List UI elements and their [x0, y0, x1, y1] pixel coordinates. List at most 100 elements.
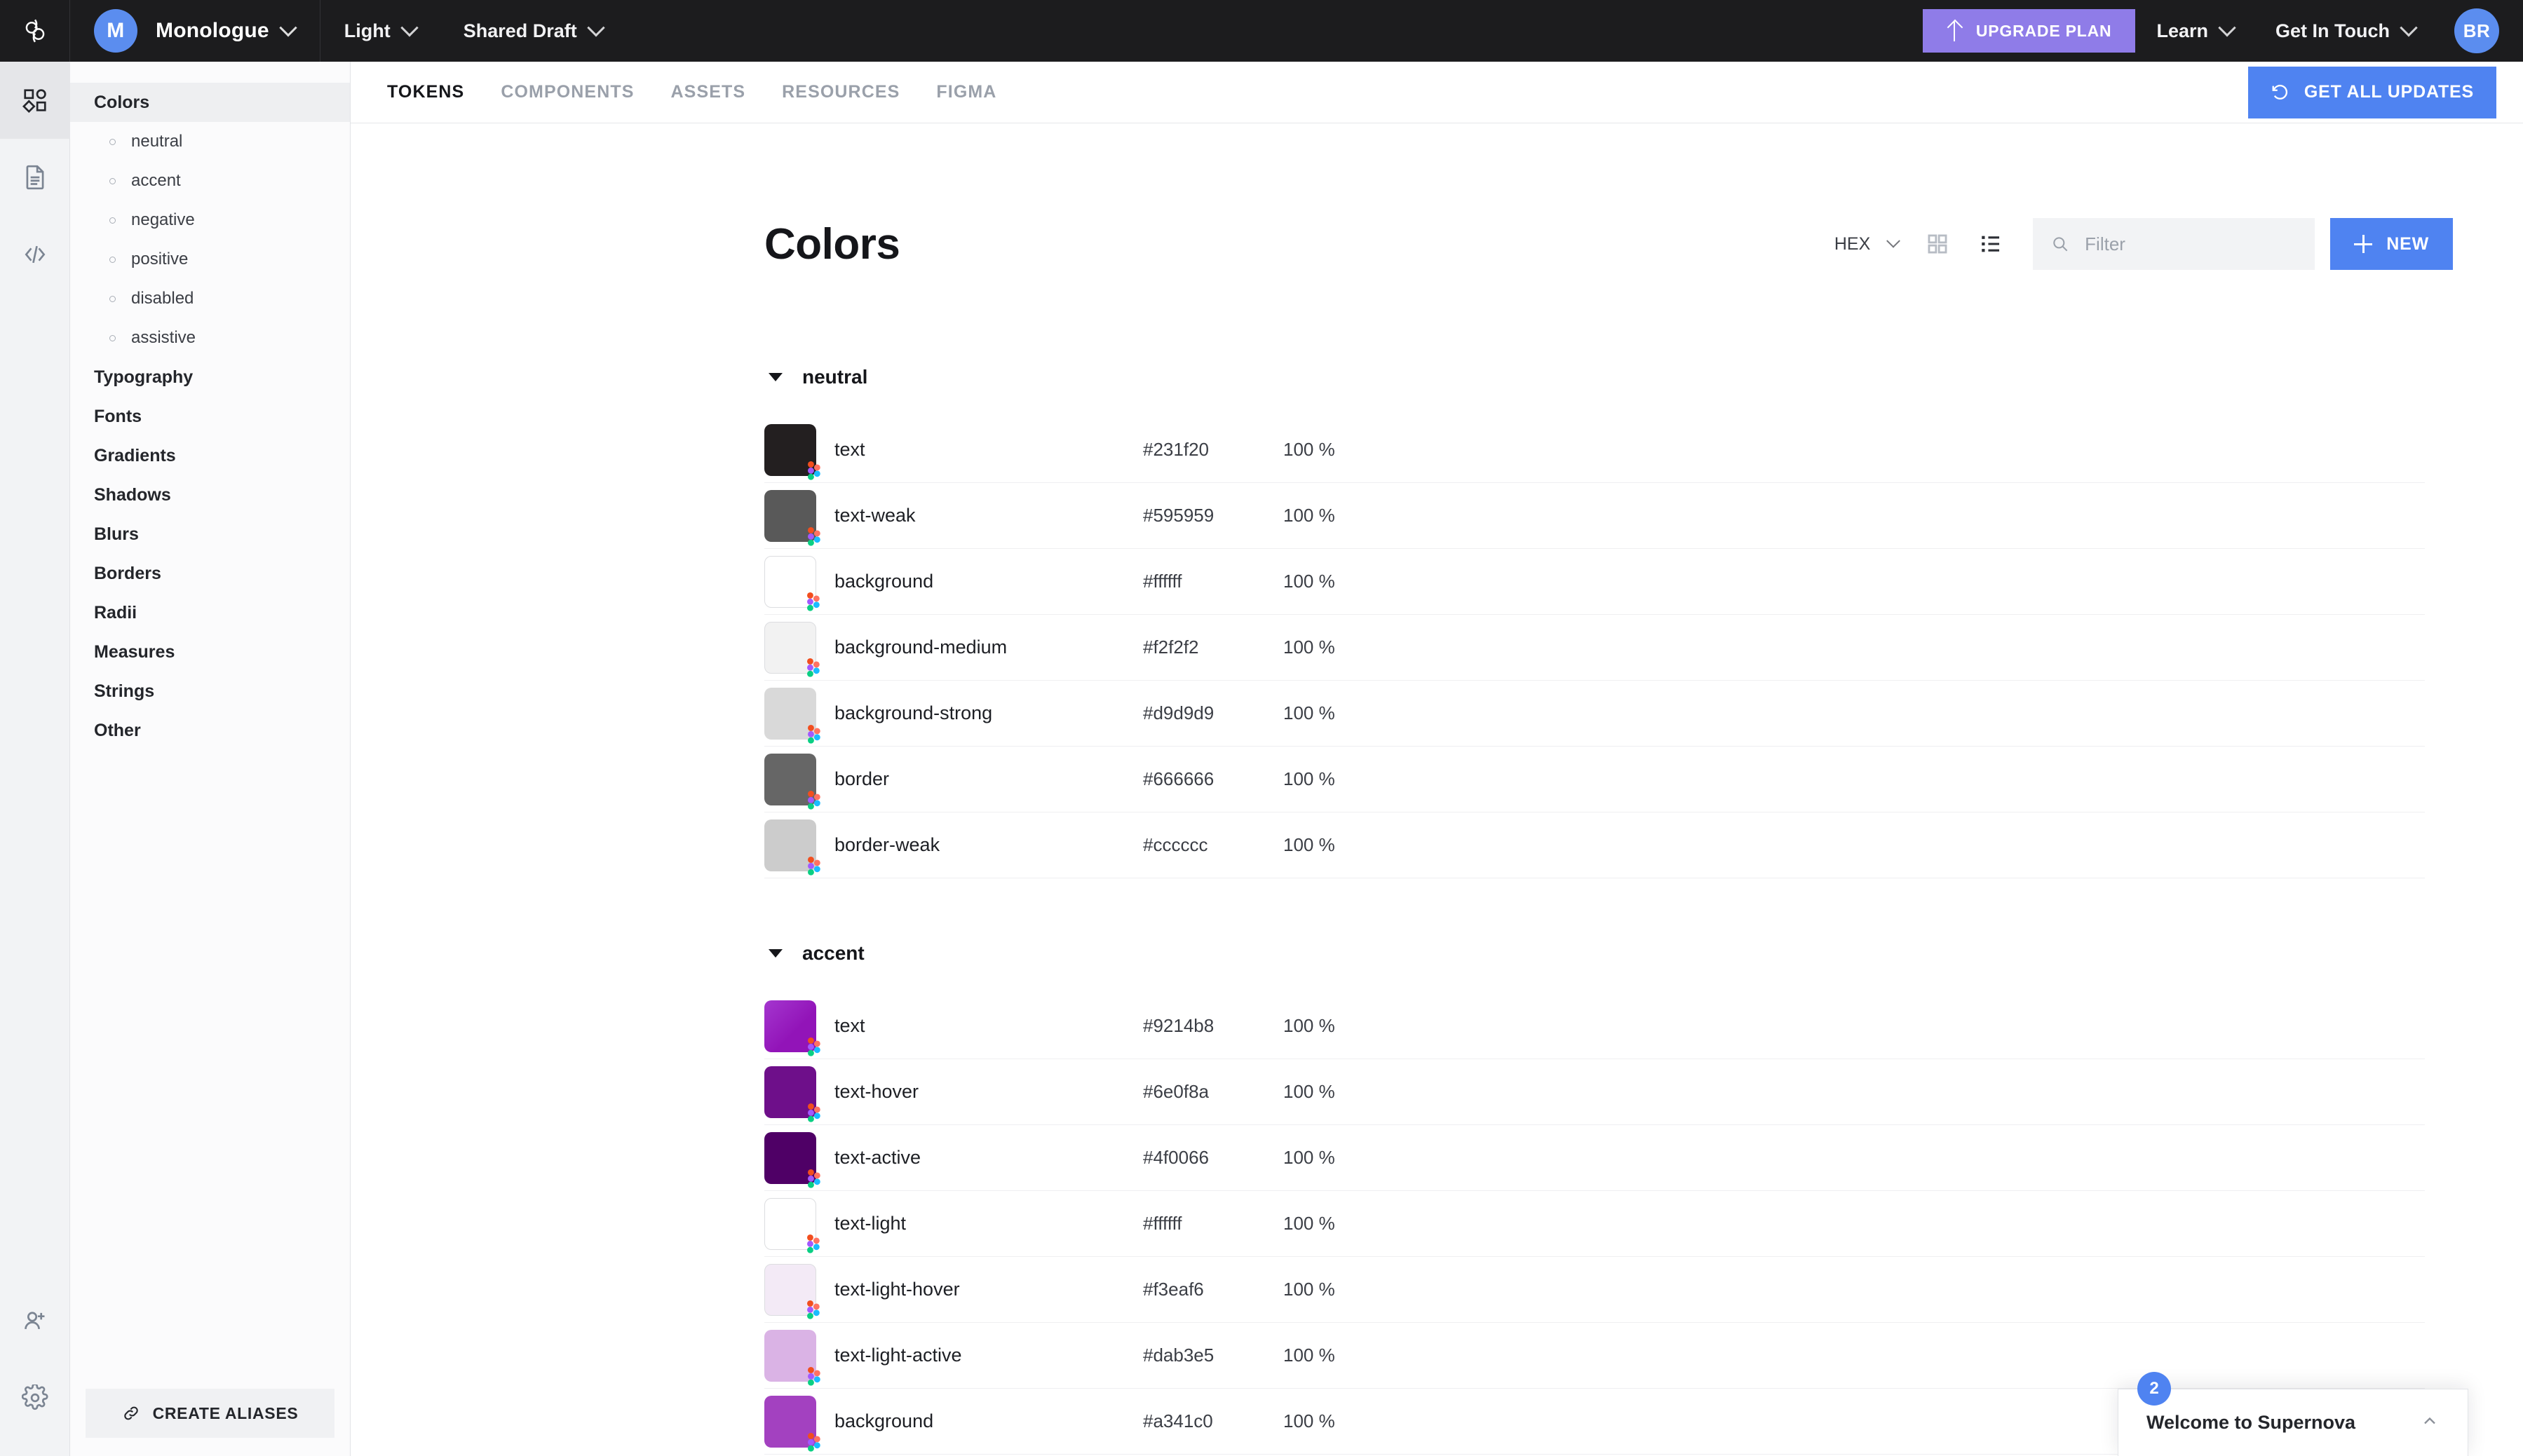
rail-item-invite-user[interactable]: [0, 1282, 70, 1359]
sidebar-item-neutral[interactable]: neutral: [70, 122, 350, 161]
token-opacity: 100 %: [1283, 505, 1423, 526]
table-row[interactable]: text-weak #595959 100 %: [764, 483, 2425, 549]
topbar-right-group: UPGRADE PLAN Learn Get In Touch BR: [1923, 8, 2523, 53]
sidebar-item-gradients[interactable]: Gradients: [70, 436, 350, 475]
table-row[interactable]: border-weak #cccccc 100 %: [764, 812, 2425, 878]
swatch-cell: [764, 1264, 834, 1316]
sidebar-item-label: Measures: [94, 642, 175, 662]
color-swatch: [764, 819, 816, 871]
sidebar-item-positive[interactable]: positive: [70, 240, 350, 279]
theme-switcher[interactable]: Light: [320, 0, 440, 62]
sidebar-list: Colors neutral accent negative positive: [70, 62, 350, 1389]
tab-assets[interactable]: ASSETS: [671, 82, 746, 102]
chevron-down-icon: [769, 373, 783, 381]
table-row[interactable]: text-active #4f0066 100 %: [764, 1125, 2425, 1191]
upgrade-plan-button[interactable]: UPGRADE PLAN: [1923, 9, 2136, 53]
workspace-switcher[interactable]: M Monologue: [70, 0, 295, 62]
chevron-up-icon[interactable]: [2420, 1411, 2440, 1434]
table-row[interactable]: text-light-hover #f3eaf6 100 %: [764, 1257, 2425, 1323]
sidebar-item-assistive[interactable]: assistive: [70, 318, 350, 358]
filter-field[interactable]: [2033, 218, 2315, 270]
sidebar-item-typography[interactable]: Typography: [70, 358, 350, 397]
figma-source-icon: [806, 1367, 821, 1389]
grid-view-icon[interactable]: [1911, 221, 1964, 267]
new-token-button[interactable]: NEW: [2330, 218, 2453, 270]
color-swatch: [764, 424, 816, 476]
color-format-select[interactable]: HEX: [1822, 234, 1911, 254]
table-row[interactable]: text-hover #6e0f8a 100 %: [764, 1059, 2425, 1125]
group-spacer: [764, 878, 2425, 929]
main-area: Colors neutral accent negative positive: [0, 62, 2523, 1456]
get-in-touch-menu[interactable]: Get In Touch: [2254, 20, 2436, 42]
link-icon: [122, 1404, 140, 1422]
group-name: neutral: [802, 366, 867, 388]
group-header-accent[interactable]: accent: [764, 929, 2425, 978]
token-hex: #666666: [1143, 768, 1283, 790]
sidebar-item-borders[interactable]: Borders: [70, 554, 350, 593]
figma-source-icon: [806, 791, 821, 813]
rail-item-documentation[interactable]: [0, 139, 70, 216]
sidebar-item-label: Gradients: [94, 446, 176, 466]
bullet-icon: [109, 139, 116, 145]
token-opacity: 100 %: [1283, 1279, 1423, 1300]
sidebar-item-label: Radii: [94, 603, 137, 623]
tab-resources[interactable]: RESOURCES: [782, 82, 900, 102]
tab-tokens[interactable]: TOKENS: [387, 82, 464, 102]
get-all-updates-button[interactable]: GET ALL UPDATES: [2248, 67, 2496, 118]
sidebar-item-negative[interactable]: negative: [70, 200, 350, 240]
sidebar-item-strings[interactable]: Strings: [70, 672, 350, 711]
token-hex: #d9d9d9: [1143, 702, 1283, 724]
rail-item-settings[interactable]: [0, 1359, 70, 1436]
app-root: M Monologue Light Shared Draft UPGRADE P…: [0, 0, 2523, 1456]
token-opacity: 100 %: [1283, 702, 1423, 724]
swatch-cell: [764, 1198, 834, 1250]
tab-components[interactable]: COMPONENTS: [501, 82, 634, 102]
rail-item-tokens[interactable]: [0, 62, 70, 139]
sidebar-item-other[interactable]: Other: [70, 711, 350, 750]
tab-figma[interactable]: FIGMA: [936, 82, 996, 102]
sidebar-item-radii[interactable]: Radii: [70, 593, 350, 632]
token-opacity: 100 %: [1283, 834, 1423, 856]
sidebar-item-label: neutral: [131, 132, 182, 151]
sidebar-item-label: disabled: [131, 289, 194, 308]
refresh-icon: [2271, 83, 2290, 102]
color-format-value: HEX: [1834, 234, 1870, 254]
figma-source-icon: [806, 857, 821, 879]
sidebar-item-disabled[interactable]: disabled: [70, 279, 350, 318]
sidebar-item-label: Fonts: [94, 407, 142, 427]
create-aliases-button[interactable]: CREATE ALIASES: [86, 1389, 334, 1438]
sidebar-item-blurs[interactable]: Blurs: [70, 515, 350, 554]
table-row[interactable]: border #666666 100 %: [764, 747, 2425, 812]
supernova-logo-icon[interactable]: [0, 0, 70, 62]
sidebar-item-shadows[interactable]: Shadows: [70, 475, 350, 515]
chevron-down-icon: [279, 19, 297, 36]
sidebar-item-fonts[interactable]: Fonts: [70, 397, 350, 436]
table-row[interactable]: background-strong #d9d9d9 100 %: [764, 681, 2425, 747]
table-row[interactable]: background #ffffff 100 %: [764, 549, 2425, 615]
table-row[interactable]: background-medium #f2f2f2 100 %: [764, 615, 2425, 681]
sidebar-item-colors[interactable]: Colors: [70, 83, 350, 122]
draft-status-switcher[interactable]: Shared Draft: [440, 0, 626, 62]
welcome-title: Welcome to Supernova: [2146, 1412, 2355, 1434]
avatar[interactable]: BR: [2454, 8, 2499, 53]
sidebar-item-measures[interactable]: Measures: [70, 632, 350, 672]
list-view-icon[interactable]: [1964, 221, 2017, 267]
color-swatch: [764, 1066, 816, 1118]
token-name: background-medium: [834, 637, 1143, 658]
workspace-avatar: M: [94, 9, 137, 53]
learn-menu[interactable]: Learn: [2135, 20, 2254, 42]
table-row[interactable]: text #231f20 100 %: [764, 417, 2425, 483]
welcome-widget[interactable]: Welcome to Supernova: [2118, 1389, 2468, 1456]
table-row[interactable]: text-light #ffffff 100 %: [764, 1191, 2425, 1257]
token-name: text-active: [834, 1147, 1143, 1169]
color-swatch: [764, 754, 816, 805]
filter-input[interactable]: [2085, 233, 2297, 255]
table-row[interactable]: text #9214b8 100 %: [764, 993, 2425, 1059]
table-row[interactable]: text-light-active #dab3e5 100 %: [764, 1323, 2425, 1389]
learn-label: Learn: [2156, 20, 2208, 42]
color-swatch: [764, 490, 816, 542]
sidebar-item-accent[interactable]: accent: [70, 161, 350, 200]
rail-item-code[interactable]: [0, 216, 70, 293]
group-header-neutral[interactable]: neutral: [764, 353, 2425, 402]
color-swatch: [764, 1198, 816, 1250]
